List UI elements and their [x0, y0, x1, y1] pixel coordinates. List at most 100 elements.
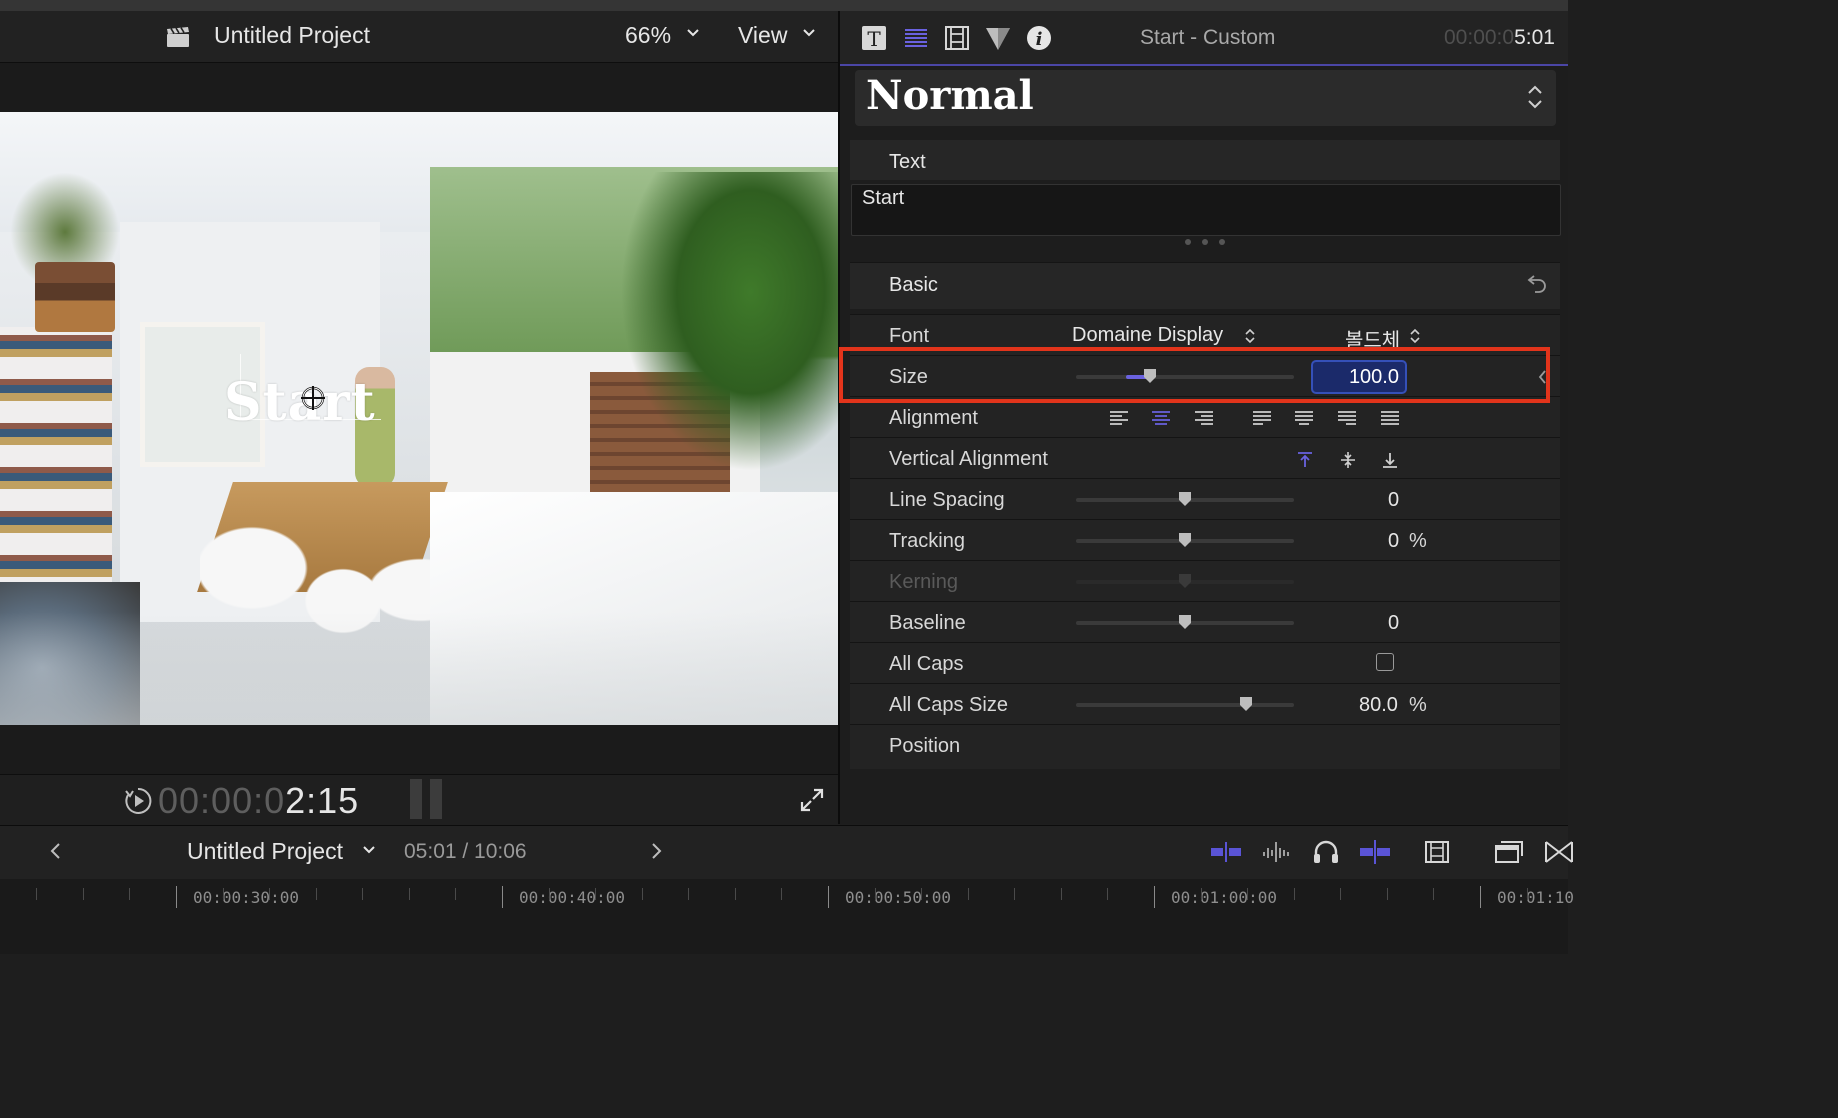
- basic-section-header[interactable]: [850, 262, 1560, 309]
- chevron-right-icon[interactable]: [646, 840, 666, 862]
- ruler-minor-tick: [1526, 888, 1528, 900]
- ruler-minor-tick: [1293, 888, 1295, 900]
- align-middle-icon[interactable]: [1337, 450, 1359, 470]
- baseline-label: Baseline: [889, 612, 966, 634]
- view-menu-button[interactable]: View: [738, 22, 787, 49]
- clapperboard-icon: [167, 27, 189, 47]
- skimming-icon[interactable]: [1358, 838, 1392, 866]
- video-inspector-icon[interactable]: [943, 24, 971, 52]
- all-caps-size-slider[interactable]: [1076, 697, 1294, 711]
- ruler-label: 00:00:30:00: [193, 888, 299, 907]
- window-top-strip: [0, 0, 1568, 11]
- info-icon[interactable]: i: [1025, 24, 1053, 52]
- ruler-minor-tick: [222, 888, 224, 900]
- ruler-minor-tick: [1014, 888, 1016, 900]
- slider-knob[interactable]: [1239, 696, 1253, 712]
- tracking-unit: %: [1409, 530, 1427, 552]
- timecode-dim: 00:00:0: [158, 780, 286, 821]
- slider-knob[interactable]: [1178, 491, 1192, 507]
- text-lines-icon[interactable]: [902, 24, 930, 52]
- audio-skimming-icon[interactable]: [1260, 838, 1294, 866]
- justify-center-icon[interactable]: [1293, 409, 1315, 429]
- justify-left-icon[interactable]: [1251, 409, 1273, 429]
- basic-section-label: Basic: [889, 274, 938, 296]
- text-inspector-icon[interactable]: T: [860, 24, 888, 52]
- inspector-timecode: 00:00:05:01: [1444, 26, 1555, 50]
- tracking-label: Tracking: [889, 530, 965, 552]
- ruler-minor-tick: [921, 888, 923, 900]
- window-icon[interactable]: [1492, 838, 1526, 866]
- size-row-highlight: [839, 347, 1550, 403]
- crosshair-icon[interactable]: [300, 385, 326, 411]
- slider-knob[interactable]: [1178, 532, 1192, 548]
- timeline-project-title[interactable]: Untitled Project: [187, 838, 343, 865]
- ruler-minor-tick: [1060, 888, 1062, 900]
- chevron-down-icon[interactable]: [802, 28, 816, 38]
- stepper-icon[interactable]: [1524, 82, 1546, 112]
- kerning-slider: [1076, 574, 1294, 588]
- ruler-minor-tick: [641, 888, 643, 900]
- ruler-major-tick: [828, 886, 829, 908]
- ruler-minor-tick: [967, 888, 969, 900]
- align-bottom-icon[interactable]: [1379, 450, 1401, 470]
- scene-suitcases: [35, 262, 115, 332]
- ruler-minor-tick: [1200, 888, 1202, 900]
- align-left-icon[interactable]: [1108, 409, 1130, 429]
- chevron-down-icon[interactable]: [362, 845, 376, 855]
- ruler-major-tick: [1480, 886, 1481, 908]
- text-section-label: Text: [889, 151, 926, 173]
- zoom-popup[interactable]: 66%: [625, 22, 671, 49]
- text-style-preset-name: Normal: [866, 72, 1034, 119]
- inspector-time-dim: 00:00:0: [1444, 26, 1515, 49]
- audio-meter-icon[interactable]: [408, 777, 444, 821]
- solo-icon[interactable]: [1309, 838, 1343, 866]
- ruler-minor-tick: [362, 888, 364, 900]
- align-top-icon[interactable]: [1294, 450, 1316, 470]
- fullscreen-icon[interactable]: [798, 786, 826, 814]
- svg-text:T: T: [867, 27, 881, 51]
- ruler-minor-tick: [595, 888, 597, 900]
- viewer-project-title: Untitled Project: [214, 22, 370, 48]
- play-icon[interactable]: [124, 787, 152, 815]
- align-center-icon[interactable]: [1150, 409, 1172, 429]
- resize-grip-icon[interactable]: [1183, 238, 1227, 246]
- ruler-minor-tick: [874, 888, 876, 900]
- stepper-icon[interactable]: [1409, 327, 1421, 345]
- all-caps-checkbox[interactable]: [1376, 653, 1394, 671]
- text-content-value: Start: [862, 187, 905, 209]
- chevron-left-icon[interactable]: [46, 840, 66, 862]
- ruler-minor-tick: [1433, 888, 1435, 900]
- filter-icon[interactable]: [984, 24, 1012, 52]
- tracking-slider[interactable]: [1076, 533, 1294, 547]
- ruler-minor-tick: [1340, 888, 1342, 900]
- stepper-icon[interactable]: [1244, 327, 1256, 345]
- chevron-down-icon[interactable]: [686, 28, 700, 38]
- text-content-field[interactable]: [851, 184, 1561, 236]
- baseline-slider[interactable]: [1076, 615, 1294, 629]
- text-section-header[interactable]: [850, 140, 1560, 180]
- viewer-timecode[interactable]: 00:00:02:15: [158, 780, 359, 822]
- video-frame[interactable]: Start: [0, 112, 838, 725]
- ruler-minor-tick: [455, 888, 457, 900]
- line-spacing-value[interactable]: 0: [1388, 489, 1399, 512]
- align-right-icon[interactable]: [1193, 409, 1215, 429]
- ruler-minor-tick: [1386, 888, 1388, 900]
- tracking-value[interactable]: 0: [1388, 530, 1399, 553]
- baseline-value[interactable]: 0: [1388, 612, 1399, 635]
- font-family-popup[interactable]: Domaine Display: [1072, 324, 1223, 347]
- snapping-icon[interactable]: [1209, 838, 1243, 866]
- slider-knob[interactable]: [1178, 614, 1192, 630]
- ruler-label: 00:01:00:00: [1171, 888, 1277, 907]
- svg-text:i: i: [1036, 29, 1043, 50]
- ruler-minor-tick: [82, 888, 84, 900]
- line-spacing-slider[interactable]: [1076, 492, 1294, 506]
- all-caps-size-value[interactable]: 80.0: [1359, 694, 1398, 717]
- reset-icon[interactable]: [1526, 272, 1548, 294]
- ruler-minor-tick: [315, 888, 317, 900]
- justify-right-icon[interactable]: [1336, 409, 1358, 429]
- clip-appearance-icon[interactable]: [1420, 838, 1454, 866]
- transition-icon[interactable]: [1542, 838, 1576, 866]
- ruler-minor-tick: [781, 888, 783, 900]
- ruler-label: 00:01:10: [1497, 888, 1575, 907]
- justify-full-icon[interactable]: [1379, 409, 1401, 429]
